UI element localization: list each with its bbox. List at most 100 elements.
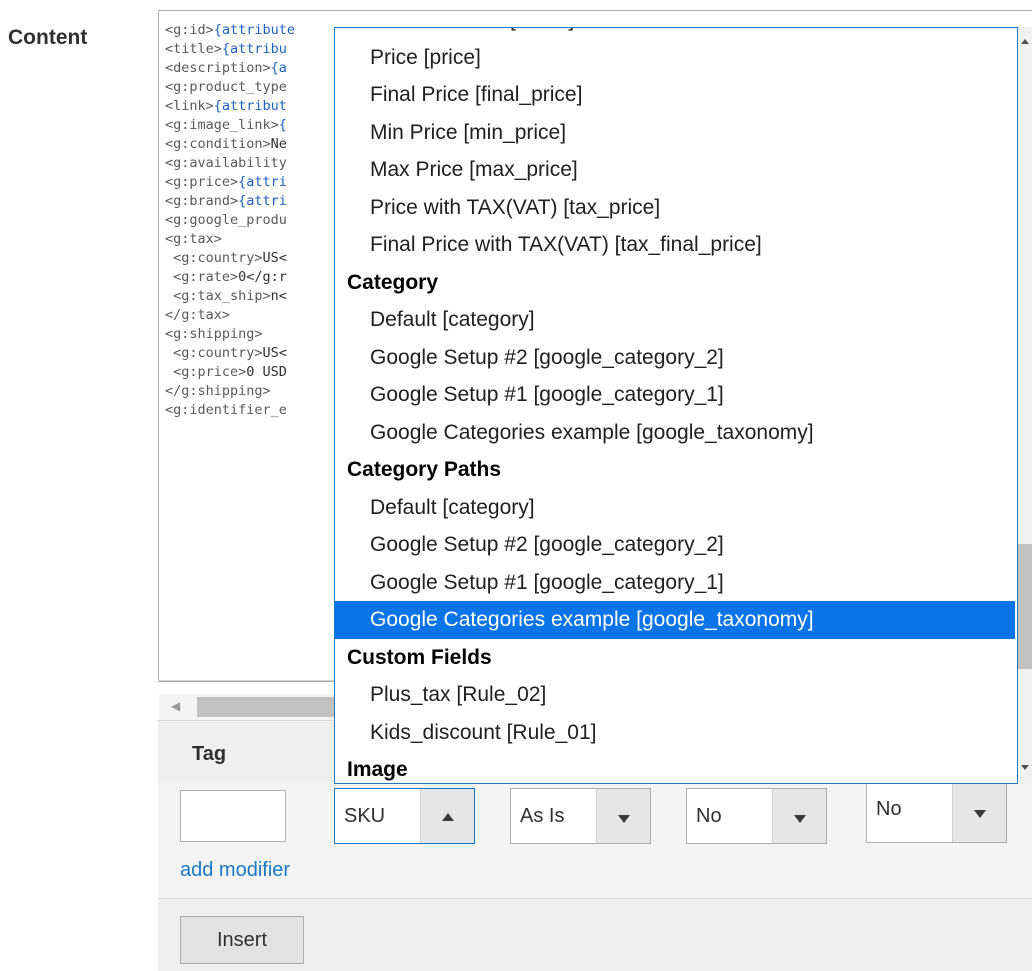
format-select[interactable]: As Is: [510, 788, 651, 844]
dropdown-option[interactable]: Google Setup #2 [google_category_2]: [335, 526, 1015, 564]
code-segment: {attri: [238, 174, 287, 190]
attribute-dropdown-options: Product Name [name]Price [price]Final Pr…: [335, 28, 1015, 783]
tag-header-label: Tag: [192, 743, 227, 765]
code-line: <g:image_link>{: [165, 116, 295, 135]
code-segment: n<: [270, 288, 287, 304]
code-line: <g:country>US<: [165, 344, 295, 363]
code-segment: {attri: [238, 193, 287, 209]
code-segment: </g:shipping>: [165, 383, 271, 399]
parent-select-value: No: [696, 805, 722, 827]
dropdown-option[interactable]: Price with TAX(VAT) [tax_price]: [335, 189, 1015, 227]
code-line: <g:brand>{attri: [165, 192, 295, 211]
code-line: <g:id>{attribute: [165, 21, 295, 40]
chevron-up-icon: [442, 813, 454, 821]
code-segment: 0</g:r: [238, 269, 287, 285]
dropdown-group-label: Custom Fields: [347, 645, 492, 669]
dropdown-group-label: Category: [347, 270, 439, 294]
add-modifier-link[interactable]: add modifier: [180, 859, 290, 882]
code-segment: <g:condition>: [165, 136, 271, 152]
code-segment: {attribu: [221, 41, 287, 57]
format-select-value: As Is: [520, 805, 565, 827]
code-segment: <description>: [165, 60, 271, 76]
code-segment: US<: [262, 345, 287, 361]
optional-select[interactable]: No: [866, 783, 1007, 843]
code-segment: <g:tax>: [165, 231, 222, 247]
dropdown-option[interactable]: Price [price]: [335, 39, 1015, 77]
code-segment: <g:country>: [165, 250, 263, 266]
dropdown-option[interactable]: Min Price [min_price]: [335, 114, 1015, 152]
parent-select-toggle[interactable]: [772, 789, 826, 843]
insert-button[interactable]: Insert: [180, 916, 304, 964]
code-segment: <g:country>: [165, 345, 263, 361]
code-segment: <g:google_produ: [165, 212, 287, 228]
code-line: <g:product_type: [165, 78, 295, 97]
code-segment: 0 USD: [246, 364, 287, 380]
code-line: <g:price>0 USD: [165, 363, 295, 382]
scroll-left-icon[interactable]: ◀: [171, 699, 180, 713]
code-line: <g:availability: [165, 154, 295, 173]
code-line: <title>{attribu: [165, 40, 295, 59]
scroll-down-icon[interactable]: [1021, 765, 1029, 770]
dropdown-option[interactable]: Google Setup #1 [google_category_1]: [335, 376, 1015, 414]
tag-row: SKU As Is No No add modifier: [158, 783, 1032, 898]
insert-bar: Insert: [158, 898, 1032, 971]
chevron-down-icon: [974, 810, 986, 818]
code-lines: <g:id>{attribute <title>{attribu <descript…: [165, 21, 295, 420]
code-segment: <link>: [165, 98, 214, 114]
dropdown-option[interactable]: Final Price with TAX(VAT) [tax_final_pri…: [335, 226, 1015, 264]
dropdown-option[interactable]: Kids_discount [Rule_01]: [335, 714, 1015, 752]
code-segment: <g:image_link>: [165, 117, 279, 133]
code-segment: <g:price>: [165, 174, 239, 190]
code-line: <g:tax_ship>n<: [165, 287, 295, 306]
dropdown-scroll-thumb[interactable]: [1018, 544, 1032, 669]
code-line: <g:google_produ: [165, 211, 295, 230]
code-segment: <g:tax_ship>: [165, 288, 271, 304]
code-segment: {: [278, 117, 287, 133]
dropdown-option[interactable]: Plus_tax [Rule_02]: [335, 676, 1015, 714]
code-segment: <title>: [165, 41, 222, 57]
code-segment: <g:identifier_e: [165, 402, 287, 418]
code-line: <g:price>{attri: [165, 173, 295, 192]
code-line: <g:tax>: [165, 230, 295, 249]
horizontal-scroll-thumb[interactable]: [197, 697, 337, 717]
code-segment: {attribut: [213, 98, 287, 114]
dropdown-vertical-scrollbar[interactable]: [1018, 27, 1032, 784]
code-segment: <g:price>: [165, 364, 247, 380]
format-select-toggle[interactable]: [596, 789, 650, 843]
attribute-dropdown-list[interactable]: Product Name [name]Price [price]Final Pr…: [334, 27, 1018, 784]
chevron-down-icon: [618, 815, 630, 823]
dropdown-option[interactable]: Default [category]: [335, 489, 1015, 527]
chevron-down-icon: [794, 815, 806, 823]
code-segment: <g:availability: [165, 155, 287, 171]
tag-name-input[interactable]: [180, 790, 286, 842]
code-segment: </g:tax>: [165, 307, 231, 323]
code-segment: {attribute: [213, 22, 296, 38]
code-segment: US<: [262, 250, 287, 266]
dropdown-option[interactable]: Google Setup #1 [google_category_1]: [335, 564, 1015, 602]
code-segment: <g:shipping>: [165, 326, 263, 342]
code-line: <g:rate>0</g:r: [165, 268, 295, 287]
parent-select[interactable]: No: [686, 788, 827, 844]
dropdown-option[interactable]: Google Setup #2 [google_category_2]: [335, 339, 1015, 377]
content-field-label: Content: [8, 26, 88, 49]
code-segment: {a: [270, 60, 287, 76]
code-segment: <g:brand>: [165, 193, 239, 209]
code-line: </g:shipping>: [165, 382, 295, 401]
dropdown-option[interactable]: Final Price [final_price]: [335, 76, 1015, 114]
code-segment: <g:rate>: [165, 269, 239, 285]
dropdown-option-selected[interactable]: Google Categories example [google_taxono…: [335, 601, 1015, 639]
attribute-select-toggle[interactable]: [420, 789, 474, 843]
dropdown-option[interactable]: Max Price [max_price]: [335, 151, 1015, 189]
scroll-up-icon[interactable]: [1021, 39, 1029, 44]
dropdown-group-label: Image: [347, 758, 408, 781]
optional-select-toggle[interactable]: [952, 784, 1006, 842]
code-segment: <g:id>: [165, 22, 214, 38]
optional-select-value: No: [876, 798, 902, 820]
code-segment: Ne: [270, 136, 287, 152]
dropdown-option[interactable]: Product Name [name]: [335, 28, 1015, 39]
dropdown-option[interactable]: Default [category]: [335, 301, 1015, 339]
dropdown-option[interactable]: Google Categories example [google_taxono…: [335, 414, 1015, 452]
code-segment: <g:product_type: [165, 79, 287, 95]
attribute-select[interactable]: SKU: [334, 788, 475, 844]
dropdown-group-label: Category Paths: [347, 458, 502, 481]
